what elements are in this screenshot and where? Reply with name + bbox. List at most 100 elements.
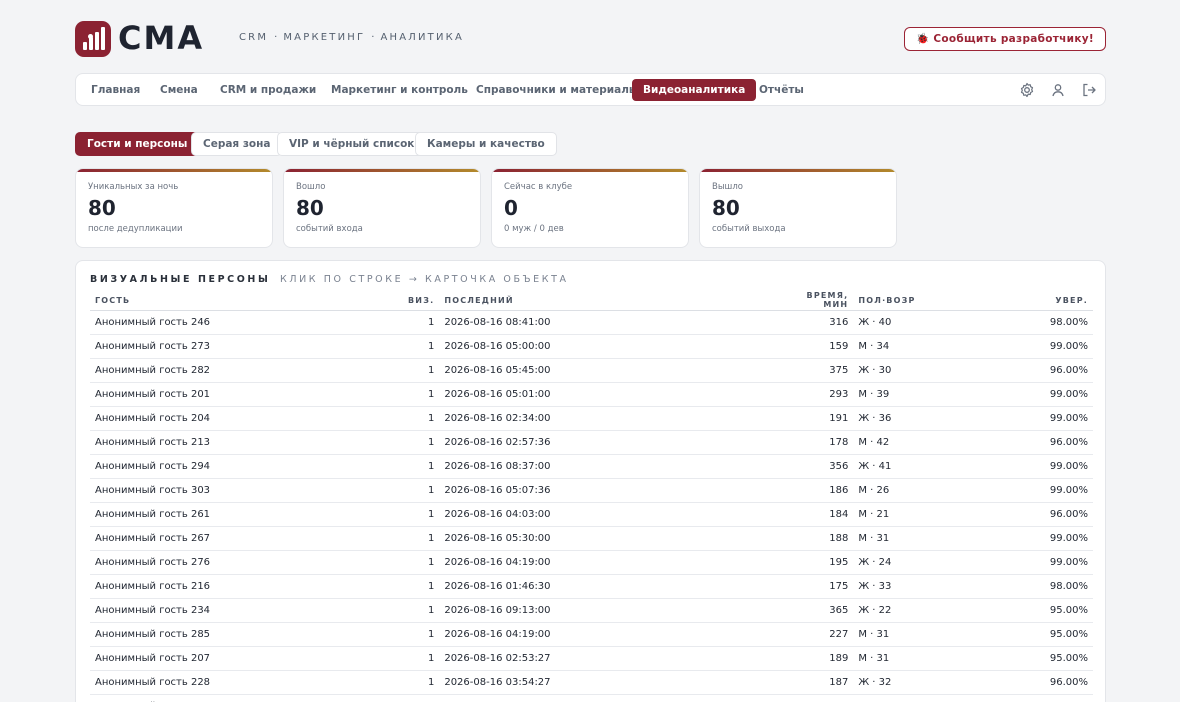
table-header: ГОСТЬ ВИЗ. ПОСЛЕДНИЙ ВРЕМЯ, МИН ПОЛ·ВОЗР… [90,291,1093,311]
breadcrumb-marketing[interactable]: МАРКЕТИНГ [283,32,365,43]
table-row[interactable]: Анонимный гость 27012026-08-16 06:30:002… [90,694,1093,702]
cell-guest: Анонимный гость 207 [90,646,403,671]
table-row[interactable]: Анонимный гость 246 1 2026-08-16 08:41:00 3… [90,310,1093,335]
stat-sub: 0 муж / 0 дев [504,224,564,234]
col-confidence[interactable]: УВЕР. [1003,291,1093,311]
main-nav: Главная Смена CRM и продажи Маркетинг и … [75,73,1106,106]
nav-item-home[interactable]: Главная [80,79,151,101]
cell-confidence: 96.00% [1003,430,1093,455]
cell-visits: 1 [403,694,440,702]
nav-item-shift[interactable]: Смена [149,79,209,101]
cell-last: 2026-08-16 05:01:00 [439,382,785,407]
cell-confidence: 98.00% [1003,574,1093,599]
cell-guest: Анонимный гость 285 [90,622,403,647]
table-row[interactable]: Анонимный гость 303 1 2026-08-16 05:07:36 1… [90,478,1093,503]
col-guest[interactable]: ГОСТЬ [90,291,403,311]
breadcrumb-analytics[interactable]: АНАЛИТИКА [380,32,464,43]
cell-last: 2026-08-16 05:30:00 [439,526,785,551]
cell-sex-age: Ж · 30 [853,358,1004,383]
cell-time: 159 [784,334,854,359]
cell-visits: 1 [403,598,440,623]
tab-gray-zone[interactable]: Серая зона [191,132,283,156]
card-accent [492,169,688,172]
user-icon[interactable] [1050,82,1066,98]
cell-visits: 1 [403,382,440,407]
logout-icon[interactable] [1081,82,1097,98]
table-row[interactable]: Анонимный гость 261 1 2026-08-16 04:03:00 1… [90,502,1093,527]
nav-item-crm-sales[interactable]: CRM и продажи [209,79,327,101]
cell-sex-age: М · 34 [853,334,1004,359]
cell-sex-age: Ж · 23 [853,694,1004,702]
cell-guest: Анонимный гость 216 [90,574,403,599]
cell-guest: Анонимный гость 282 [90,358,403,383]
cell-last: 2026-08-16 02:53:27 [439,646,785,671]
col-last[interactable]: ПОСЛЕДНИЙ [439,291,785,311]
cell-confidence: 99.00% [1003,478,1093,503]
stat-label: Сейчас в клубе [504,182,573,192]
tab-guests-personas[interactable]: Гости и персоны [75,132,200,156]
cell-guest: Анонимный гость 270 [90,694,403,702]
cell-time: 365 [784,598,854,623]
logo-text: CMA [118,19,205,57]
personas-table: ГОСТЬ ВИЗ. ПОСЛЕДНИЙ ВРЕМЯ, МИН ПОЛ·ВОЗР… [90,291,1093,702]
cell-last: 2026-08-16 05:00:00 [439,334,785,359]
gear-icon[interactable] [1019,82,1035,98]
table-row[interactable]: Анонимный гость 282 1 2026-08-16 05:45:00 3… [90,358,1093,383]
cell-visits: 1 [403,310,440,335]
table-row[interactable]: Анонимный гость 285 1 2026-08-16 04:19:00 2… [90,622,1093,647]
tab-cameras-quality[interactable]: Камеры и качество [415,132,557,156]
cell-visits: 1 [403,334,440,359]
cell-last: 2026-08-16 04:19:00 [439,622,785,647]
col-time[interactable]: ВРЕМЯ, МИН [784,291,854,311]
table-row[interactable]: Анонимный гость 228 1 2026-08-16 03:54:27 1… [90,670,1093,695]
cell-visits: 1 [403,358,440,383]
table-row[interactable]: Анонимный гость 294 1 2026-08-16 08:37:00 3… [90,454,1093,479]
card-accent [700,169,896,172]
cell-sex-age: М · 31 [853,526,1004,551]
col-sex-age[interactable]: ПОЛ·ВОЗР [853,291,1004,311]
cell-confidence: 96.00% [1003,502,1093,527]
cell-guest: Анонимный гость 276 [90,550,403,575]
personas-panel: ВИЗУАЛЬНЫЕ ПЕРСОНЫ КЛИК ПО СТРОКЕ → КАРТ… [75,260,1106,702]
stat-label: Уникальных за ночь [88,182,179,192]
cell-time: 293 [784,382,854,407]
cell-confidence: 99.00% [1003,550,1093,575]
table-row[interactable]: Анонимный гость 207 1 2026-08-16 02:53:27 1… [90,646,1093,671]
panel-title-text: ВИЗУАЛЬНЫЕ ПЕРСОНЫ [90,274,271,285]
cell-guest: Анонимный гость 213 [90,430,403,455]
table-row[interactable]: Анонимный гость 201 1 2026-08-16 05:01:00 2… [90,382,1093,407]
cell-time: 178 [784,430,854,455]
tab-vip-blacklist[interactable]: VIP и чёрный список [277,132,427,156]
cell-sex-age: М · 26 [853,478,1004,503]
cell-visits: 1 [403,478,440,503]
cell-guest: Анонимный гость 234 [90,598,403,623]
table-row[interactable]: Анонимный гость 267 1 2026-08-16 05:30:00 1… [90,526,1093,551]
table-row[interactable]: Анонимный гость 276 1 2026-08-16 04:19:00 1… [90,550,1093,575]
cell-confidence: 96.00% [1003,670,1093,695]
breadcrumb-crm[interactable]: CRM [239,32,268,43]
cell-time: 210 [784,694,854,702]
table-row[interactable]: Анонимный гость 213 1 2026-08-16 02:57:36 1… [90,430,1093,455]
cell-last: 2026-08-16 02:57:36 [439,430,785,455]
cell-last: 2026-08-16 08:37:00 [439,454,785,479]
cell-time: 189 [784,646,854,671]
report-bug-button[interactable]: 🐞 Сообщить разработчику! [904,27,1106,51]
table-row[interactable]: Анонимный гость 234 1 2026-08-16 09:13:00 3… [90,598,1093,623]
cell-guest: Анонимный гость 246 [90,310,403,335]
nav-item-marketing-control[interactable]: Маркетинг и контроль [320,79,479,101]
cell-time: 356 [784,454,854,479]
cell-visits: 1 [403,670,440,695]
cell-sex-age: Ж · 41 [853,454,1004,479]
table-row[interactable]: Анонимный гость 204 1 2026-08-16 02:34:00 1… [90,406,1093,431]
cell-sex-age: М · 39 [853,382,1004,407]
nav-item-reports[interactable]: Отчёты [748,79,815,101]
cell-time: 186 [784,478,854,503]
col-visits[interactable]: ВИЗ. [403,291,440,311]
cell-confidence: 95.00% [1003,598,1093,623]
table-row[interactable]: Анонимный гость 273 1 2026-08-16 05:00:00 1… [90,334,1093,359]
nav-item-references[interactable]: Справочники и материалы [465,79,649,101]
cell-last: 2026-08-16 08:41:00 [439,310,785,335]
table-row[interactable]: Анонимный гость 216 1 2026-08-16 01:46:30 1… [90,574,1093,599]
stat-card-exited: Вышло 80 событий выхода [699,168,897,248]
nav-item-video-analytics[interactable]: Видеоаналитика [632,79,757,101]
